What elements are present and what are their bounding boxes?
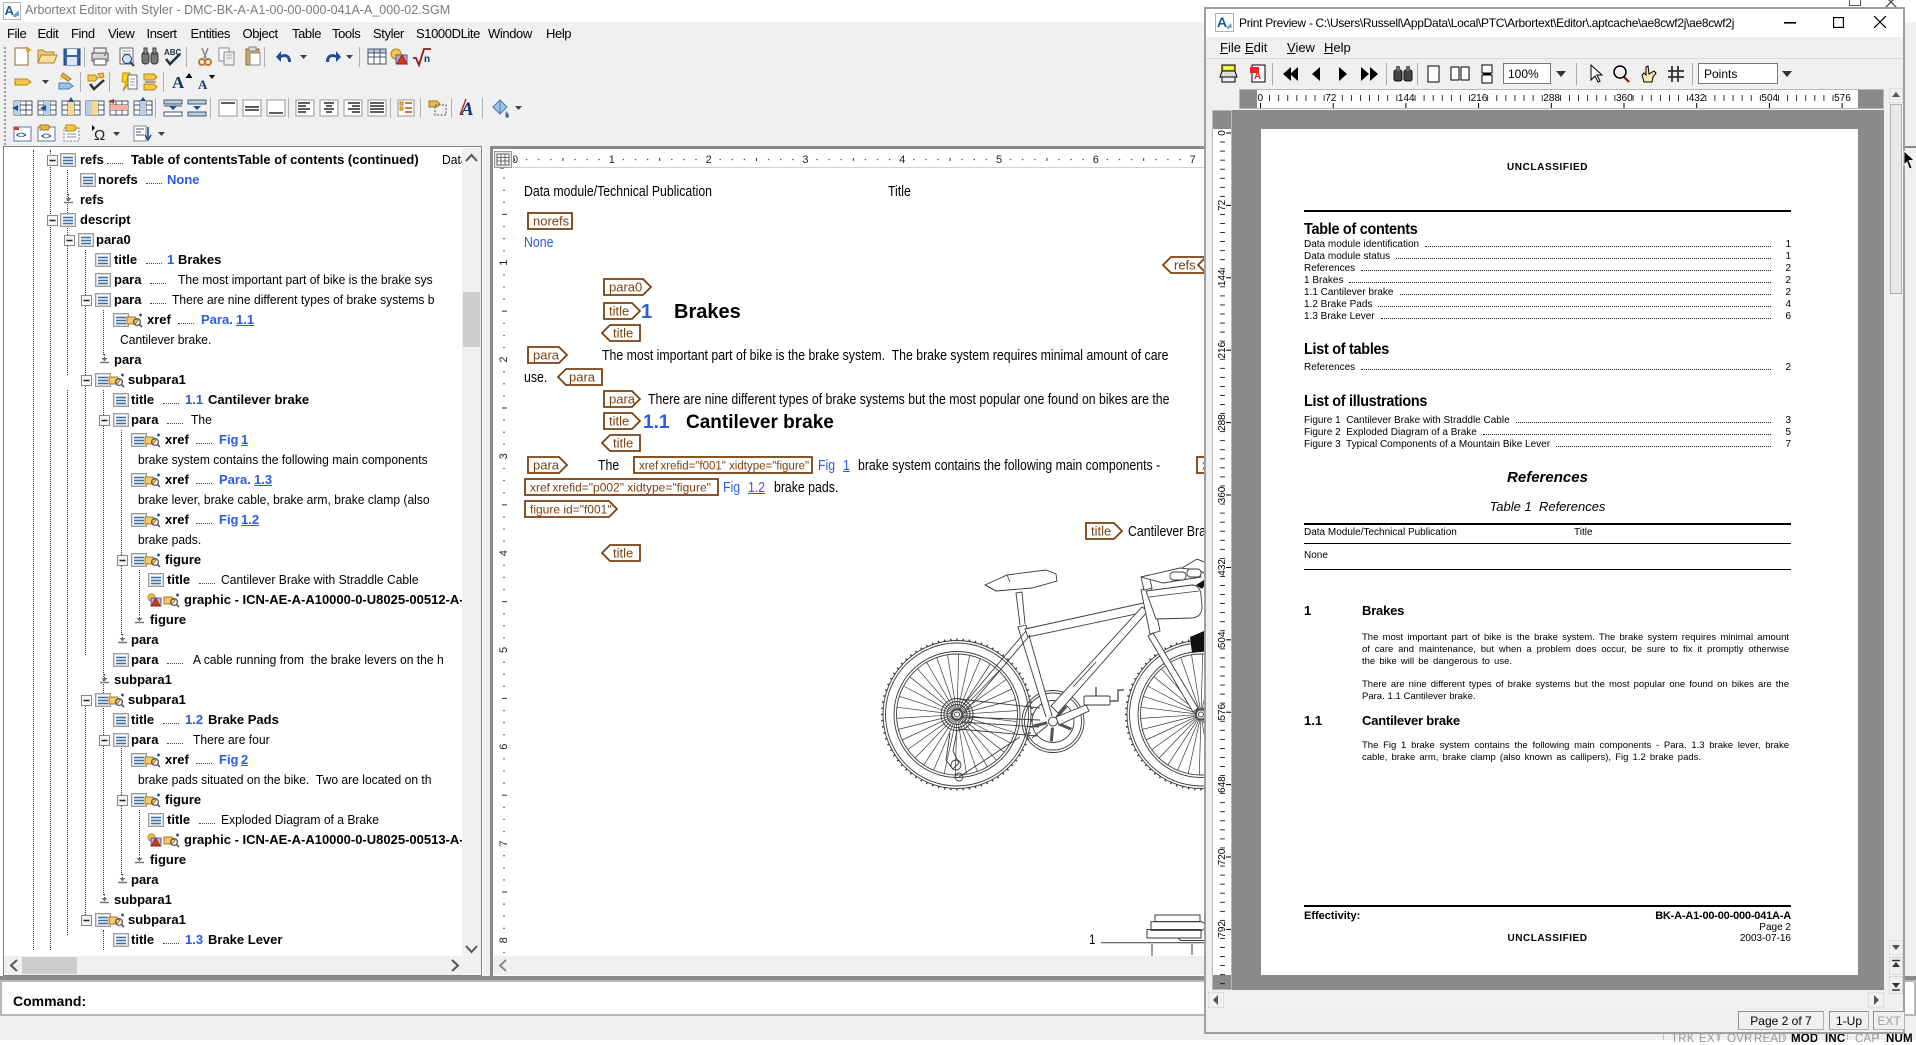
svg-text:0: 0 [513, 154, 518, 166]
svg-text:n: n [424, 54, 430, 65]
svg-text:504: 504 [1761, 93, 1778, 104]
svg-text:6: 6 [1093, 154, 1099, 166]
svg-text:0: 0 [1258, 93, 1264, 104]
svg-text:8: 8 [498, 937, 510, 943]
svg-text:5: 5 [996, 154, 1002, 166]
svg-text:para0: para0 [609, 280, 642, 295]
svg-text:title: title [1091, 524, 1111, 539]
svg-text:6: 6 [498, 744, 510, 750]
svg-text:0: 0 [497, 168, 509, 169]
svg-text:3: 3 [802, 154, 808, 166]
svg-text:xref xrefid="p002" xidtype="fi: xref xrefid="p002" xidtype="figure" [530, 481, 711, 495]
svg-text:A: A [1254, 71, 1261, 82]
svg-text:para: para [533, 458, 560, 473]
svg-text:title: title [613, 326, 633, 341]
svg-text:title: title [613, 436, 633, 451]
svg-text:para: para [609, 392, 636, 407]
svg-text:title: title [609, 304, 629, 319]
svg-text:2: 2 [498, 356, 510, 362]
svg-text:3: 3 [498, 453, 510, 459]
svg-text:A: A [1217, 14, 1227, 30]
svg-text:432: 432 [1689, 93, 1706, 104]
svg-text:Ω: Ω [94, 127, 105, 144]
svg-text:360: 360 [1616, 93, 1633, 104]
svg-text:<>: <> [41, 131, 52, 141]
svg-text:4: 4 [498, 550, 510, 556]
svg-text:title: title [609, 414, 629, 429]
svg-text:xref xrefid="f001" xidtype="fi: xref xrefid="f001" xidtype="figure" [639, 461, 809, 473]
svg-text:216: 216 [1471, 93, 1488, 104]
svg-text:figure id="f001": figure id="f001" [530, 503, 612, 517]
svg-text:144: 144 [1398, 93, 1415, 104]
svg-text:5: 5 [498, 647, 510, 653]
svg-text:norefs: norefs [533, 214, 570, 229]
svg-text:para: para [569, 370, 596, 385]
svg-text:2: 2 [706, 154, 712, 166]
svg-text:7: 7 [1190, 154, 1196, 166]
svg-text:1: 1 [609, 154, 615, 166]
svg-text:72: 72 [1325, 93, 1337, 104]
svg-text:7: 7 [498, 840, 510, 846]
svg-text:1: 1 [498, 260, 510, 266]
svg-text:4: 4 [899, 154, 905, 166]
svg-text:288: 288 [1543, 93, 1560, 104]
svg-text:A: A [198, 77, 208, 92]
svg-text:576: 576 [1834, 93, 1851, 104]
svg-text:<>: <> [16, 130, 27, 140]
svg-text:A: A [172, 73, 185, 92]
svg-text:title: title [613, 546, 633, 561]
svg-text:refs: refs [1174, 258, 1196, 273]
svg-text:para: para [533, 348, 560, 363]
